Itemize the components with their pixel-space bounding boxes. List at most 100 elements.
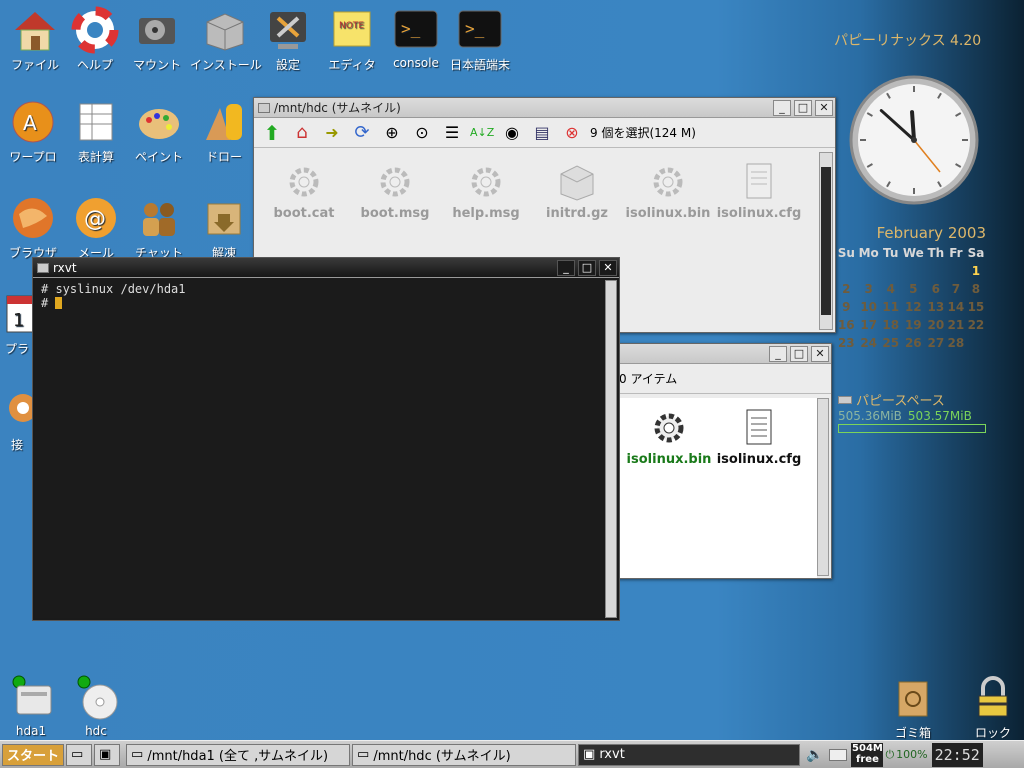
desktop-icon-install[interactable]: インストール [190, 6, 262, 73]
desktop-icon-unpack[interactable]: 解凍 [189, 194, 259, 261]
desktop-drive-hdc[interactable]: hdc [61, 674, 131, 738]
close-button[interactable]: ✕ [599, 260, 617, 276]
terminal-small-icon [37, 262, 49, 273]
minimize-button[interactable]: _ [773, 100, 791, 116]
desktop-icon-trash[interactable]: ゴミ箱 [878, 674, 948, 741]
file-item[interactable]: isolinux.bin [622, 162, 714, 221]
rxvt-titlebar[interactable]: rxvt _ □ ✕ [33, 258, 619, 278]
text-file-icon [746, 163, 772, 199]
maximize-button[interactable]: □ [578, 260, 596, 276]
folder-small-icon: ▭ [131, 747, 144, 762]
help-lifebuoy-icon[interactable]: ⊗ [560, 121, 584, 145]
file-item[interactable]: initrd.gz [531, 162, 623, 221]
file-item[interactable]: isolinux.cfg [713, 408, 805, 467]
refresh-icon[interactable]: ⟳ [350, 121, 374, 145]
draw-icon [206, 104, 242, 140]
file-item[interactable]: boot.cat [258, 162, 350, 221]
file-item[interactable]: isolinux.cfg [713, 162, 805, 221]
calendar-day: 20 [927, 318, 945, 332]
calendar-day: 26 [904, 336, 922, 350]
rox-window-hda1[interactable]: _ □ ✕ 0 アイテム isolinux.bin isolinux.cfg [612, 343, 832, 579]
maximize-button[interactable]: □ [790, 346, 808, 362]
gear-icon [289, 167, 319, 197]
calendar-day: 27 [927, 336, 945, 350]
task-hda1[interactable]: ▭/mnt/hda1 (全て ,サムネイル) [126, 743, 351, 766]
desktop-icon-mount[interactable]: マウント [122, 6, 192, 73]
terminal-output[interactable]: # syslinux /dev/hda1 # [35, 280, 603, 618]
calendar-day [926, 262, 946, 280]
drive-icon [12, 675, 52, 715]
gear-icon [653, 167, 683, 197]
terminal-jp-icon: >_ [458, 10, 502, 48]
close-button[interactable]: ✕ [811, 346, 829, 362]
puppy-space-title: パピースペース [856, 394, 945, 409]
unpack-icon [207, 203, 241, 235]
desktop-icon-wordprocessor[interactable]: A ワープロ [0, 98, 68, 165]
calendar-day [857, 262, 881, 280]
maximize-button[interactable]: □ [794, 100, 812, 116]
clock-display[interactable]: 22:52 [931, 742, 983, 767]
task-hdc[interactable]: ▭/mnt/hdc (サムネイル) [352, 743, 577, 766]
close-button[interactable]: ✕ [815, 100, 833, 116]
calendar-day: 2 [842, 282, 851, 296]
desktop-icon-settings[interactable]: 設定 [253, 6, 323, 73]
sort-icon[interactable]: A↓Z [470, 121, 494, 145]
task-rxvt[interactable]: ▣ rxvt [578, 743, 801, 766]
space-total: 503.57MiB [907, 409, 972, 423]
folder-small-icon [258, 102, 270, 113]
desktop-icon-browser[interactable]: ブラウザ [0, 194, 68, 261]
calendar-day: 4 [886, 282, 895, 296]
window-list-button[interactable]: ▣ [94, 743, 121, 766]
home-icon[interactable]: ⌂ [290, 121, 314, 145]
zoom-fit-icon[interactable]: ⊙ [410, 121, 434, 145]
file-item[interactable]: isolinux.bin [623, 408, 715, 467]
list-view-icon[interactable]: ☰ [440, 121, 464, 145]
up-arrow-icon[interactable]: ⬆ [260, 121, 284, 145]
show-desktop-button[interactable]: ▭ [66, 743, 93, 766]
desktop-icon-draw[interactable]: ドロー [189, 98, 259, 165]
palette-icon [139, 109, 179, 139]
calendar-day: 15 [967, 300, 985, 314]
home-icon [15, 12, 55, 51]
desktop-icon-help[interactable]: ヘルプ [60, 6, 130, 73]
scrollbar-thumb[interactable] [821, 167, 831, 315]
minimize-button[interactable]: _ [557, 260, 575, 276]
taskbar: スタート ▭ ▣ ▭/mnt/hda1 (全て ,サムネイル) ▭/mnt/hd… [0, 740, 1024, 768]
desktop-icon-console[interactable]: >_ console [381, 6, 451, 70]
branding-text: パピーリナックス 4.20 [834, 33, 982, 49]
network-icon[interactable] [829, 748, 848, 761]
bookmark-icon[interactable]: ➜ [320, 121, 344, 145]
details-icon[interactable]: ▤ [530, 121, 554, 145]
rxvt-window[interactable]: rxvt _ □ ✕ # syslinux /dev/hda1 # [32, 257, 620, 621]
desktop-drive-hda1[interactable]: hda1 [0, 674, 66, 738]
desktop-icon-jp-terminal[interactable]: >_ 日本語端末 [445, 6, 515, 73]
zoom-in-icon[interactable]: ⊕ [380, 121, 404, 145]
terminal-cursor [55, 297, 63, 309]
rox-hdc-titlebar[interactable]: /mnt/hdc (サムネイル) _ □ ✕ [254, 98, 835, 118]
rox-hda1-scrollbar[interactable] [817, 398, 829, 576]
desktop-icon-chat[interactable]: チャット [124, 194, 194, 261]
minimize-button[interactable]: _ [769, 346, 787, 362]
start-button[interactable]: スタート [2, 743, 65, 766]
desktop-icon-paint[interactable]: ペイント [124, 98, 194, 165]
file-item[interactable]: help.msg [440, 162, 532, 221]
calendar-day: 19 [904, 318, 922, 332]
svg-text:@: @ [84, 207, 106, 232]
calendar-weekday: Su [837, 246, 855, 260]
calendar-day: 17 [860, 318, 878, 332]
desktop-icon-mail[interactable]: @ メール [61, 194, 131, 261]
desktop-icon-editor[interactable]: NOTE エディタ [317, 6, 387, 73]
rox-hdc-scrollbar[interactable] [819, 152, 833, 330]
calendar-day [946, 262, 966, 280]
desktop-icon-lock[interactable]: ロック [958, 674, 1024, 741]
rox-hda1-titlebar[interactable]: _ □ ✕ [613, 344, 831, 364]
chat-icon [143, 203, 175, 236]
terminal-scrollbar[interactable] [605, 280, 617, 618]
eye-icon[interactable]: ◉ [500, 121, 524, 145]
calendar-day: 8 [971, 282, 981, 296]
volume-icon[interactable]: 🔈 [806, 747, 823, 763]
gear-icon [471, 167, 501, 197]
desktop-icon-spreadsheet[interactable]: 表計算 [61, 98, 131, 165]
file-item[interactable]: boot.msg [349, 162, 441, 221]
harddisk-icon [139, 18, 175, 44]
